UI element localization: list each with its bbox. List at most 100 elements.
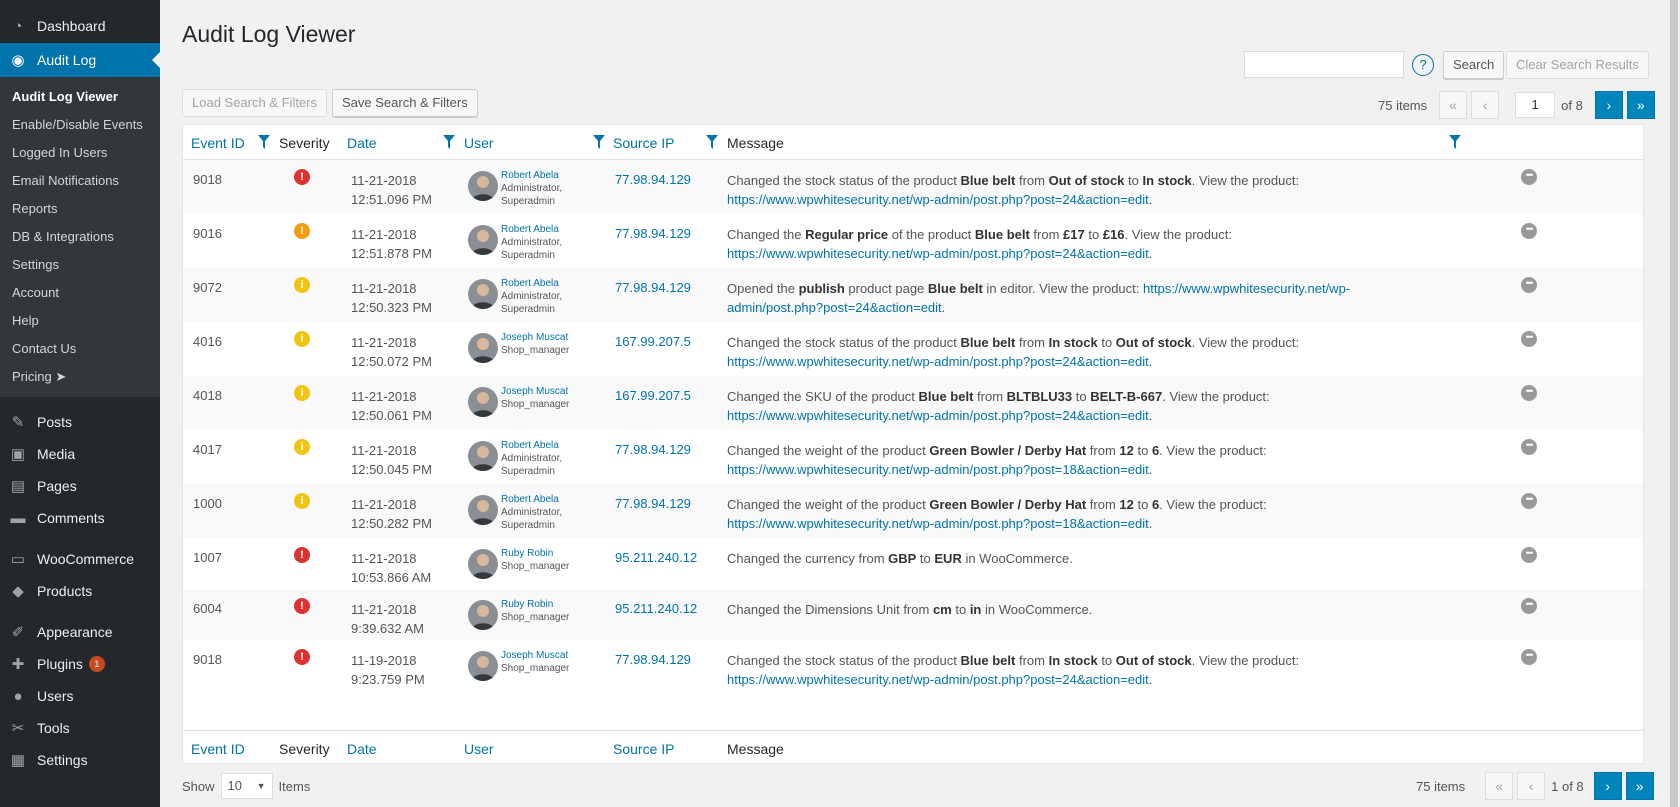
col-user[interactable]: User bbox=[464, 135, 494, 151]
menu-label: Appearance bbox=[37, 624, 113, 640]
more-details-icon[interactable]: ••• bbox=[1521, 439, 1537, 455]
product-link[interactable]: https://www.wpwhitesecurity.net/wp-admin… bbox=[727, 246, 1149, 261]
col-source-ip[interactable]: Source IP bbox=[613, 741, 674, 757]
menu-settings[interactable]: ▦ Settings bbox=[0, 744, 160, 776]
submenu-item[interactable]: Help bbox=[0, 307, 160, 335]
help-icon[interactable]: ? bbox=[1412, 54, 1434, 76]
filter-icon[interactable] bbox=[443, 135, 455, 149]
product-link[interactable]: https://www.wpwhitesecurity.net/wp-admin… bbox=[727, 354, 1149, 369]
more-details-icon[interactable]: ••• bbox=[1521, 331, 1537, 347]
severity-critical-icon: ! bbox=[294, 649, 310, 665]
menu-comments[interactable]: ▬ Comments bbox=[0, 502, 160, 534]
menu-dashboard[interactable]: ◔ Dashboard bbox=[0, 9, 160, 43]
menu-appearance[interactable]: ✐ Appearance bbox=[0, 616, 160, 648]
next-page-button[interactable]: › bbox=[1594, 91, 1623, 119]
submenu-item[interactable]: Email Notifications bbox=[0, 167, 160, 195]
first-page-button[interactable]: « bbox=[1439, 91, 1468, 119]
user-name-link[interactable]: Robert Abela bbox=[501, 169, 562, 182]
col-event-id[interactable]: Event ID bbox=[191, 135, 245, 151]
clear-search-button[interactable]: Clear Search Results bbox=[1506, 51, 1649, 79]
user-name-link[interactable]: Joseph Muscat bbox=[501, 385, 569, 398]
col-source-ip[interactable]: Source IP bbox=[613, 135, 674, 151]
more-details-icon[interactable]: ••• bbox=[1521, 385, 1537, 401]
submenu-item[interactable]: Enable/Disable Events bbox=[0, 111, 160, 139]
user-name-link[interactable]: Ruby Robin bbox=[501, 547, 569, 560]
user-name-link[interactable]: Ruby Robin bbox=[501, 598, 569, 611]
prev-page-button[interactable]: ‹ bbox=[1517, 772, 1546, 800]
source-ip-link[interactable]: 77.98.94.129 bbox=[615, 496, 691, 511]
user-role-secondary: Superadmin bbox=[501, 520, 555, 531]
user-name-link[interactable]: Robert Abela bbox=[501, 439, 562, 452]
more-details-icon[interactable]: ••• bbox=[1521, 277, 1537, 293]
search-button[interactable]: Search bbox=[1443, 51, 1505, 79]
col-user[interactable]: User bbox=[464, 741, 494, 757]
filter-icon[interactable] bbox=[1449, 135, 1461, 149]
product-link[interactable]: https://www.wpwhitesecurity.net/wp-admin… bbox=[727, 192, 1149, 207]
user-name-link[interactable]: Robert Abela bbox=[501, 223, 562, 236]
product-link[interactable]: https://www.wpwhitesecurity.net/wp-admin… bbox=[727, 516, 1149, 531]
more-details-icon[interactable]: ••• bbox=[1521, 547, 1537, 563]
product-link[interactable]: https://www.wpwhitesecurity.net/wp-admin… bbox=[727, 408, 1149, 423]
search-input[interactable] bbox=[1244, 51, 1404, 78]
user-name-link[interactable]: Joseph Muscat bbox=[501, 331, 569, 344]
source-ip-link[interactable]: 77.98.94.129 bbox=[615, 280, 691, 295]
scrollbar-thumb[interactable] bbox=[1670, 0, 1678, 807]
filter-icon[interactable] bbox=[593, 135, 605, 149]
submenu-item[interactable]: Pricing ➤ bbox=[0, 363, 160, 391]
filter-icon[interactable] bbox=[258, 135, 270, 149]
more-details-icon[interactable]: ••• bbox=[1521, 598, 1537, 614]
filter-icon[interactable] bbox=[706, 135, 718, 149]
user-name-link[interactable]: Robert Abela bbox=[501, 493, 562, 506]
menu-tools[interactable]: ✂ Tools bbox=[0, 712, 160, 744]
save-search-filters-button[interactable]: Save Search & Filters bbox=[332, 89, 478, 117]
source-ip-link[interactable]: 167.99.207.5 bbox=[615, 334, 691, 349]
submenu-item[interactable]: Audit Log Viewer bbox=[0, 83, 160, 111]
submenu-item[interactable]: Logged In Users bbox=[0, 139, 160, 167]
submenu-item[interactable]: Reports bbox=[0, 195, 160, 223]
per-page-select[interactable]: 10 ▼ bbox=[220, 773, 273, 799]
menu-plugins[interactable]: ✚ Plugins 1 bbox=[0, 648, 160, 680]
avatar bbox=[468, 387, 498, 417]
menu-pages[interactable]: ▤ Pages bbox=[0, 470, 160, 502]
menu-users[interactable]: ● Users bbox=[0, 680, 160, 712]
source-ip-link[interactable]: 77.98.94.129 bbox=[615, 652, 691, 667]
source-ip-link[interactable]: 77.98.94.129 bbox=[615, 172, 691, 187]
source-ip-link[interactable]: 77.98.94.129 bbox=[615, 442, 691, 457]
more-details-icon[interactable]: ••• bbox=[1521, 223, 1537, 239]
menu-woocommerce[interactable]: ▭ WooCommerce bbox=[0, 543, 160, 575]
source-ip-link[interactable]: 95.211.240.12 bbox=[615, 550, 697, 565]
current-page-input[interactable]: 1 bbox=[1515, 92, 1556, 118]
col-event-id[interactable]: Event ID bbox=[191, 741, 245, 757]
scrollbar[interactable] bbox=[1670, 0, 1678, 807]
next-page-button[interactable]: › bbox=[1593, 772, 1622, 800]
submenu-item[interactable]: Account bbox=[0, 279, 160, 307]
submenu-item[interactable]: Contact Us bbox=[0, 335, 160, 363]
highlighted-value: £16 bbox=[1102, 227, 1125, 242]
submenu-item[interactable]: Settings bbox=[0, 251, 160, 279]
menu-audit-log[interactable]: ◉ Audit Log bbox=[0, 43, 160, 77]
product-link[interactable]: https://www.wpwhitesecurity.net/wp-admin… bbox=[727, 672, 1149, 687]
source-ip-link[interactable]: 77.98.94.129 bbox=[615, 226, 691, 241]
more-details-icon[interactable]: ••• bbox=[1521, 649, 1537, 665]
submenu-item[interactable]: DB & Integrations bbox=[0, 223, 160, 251]
col-date[interactable]: Date bbox=[347, 741, 377, 757]
menu-media[interactable]: ▣ Media bbox=[0, 438, 160, 470]
load-search-filters-button[interactable]: Load Search & Filters bbox=[182, 89, 328, 117]
last-page-button[interactable]: » bbox=[1625, 772, 1654, 800]
prev-page-button[interactable]: ‹ bbox=[1471, 91, 1500, 119]
more-details-icon[interactable]: ••• bbox=[1521, 493, 1537, 509]
last-page-button[interactable]: » bbox=[1626, 91, 1655, 119]
event-message: Opened the publish product page Blue bel… bbox=[727, 281, 1351, 315]
col-date[interactable]: Date bbox=[347, 135, 377, 151]
menu-label: Pages bbox=[37, 478, 77, 494]
source-ip-link[interactable]: 95.211.240.12 bbox=[615, 601, 697, 616]
menu-products[interactable]: ◆ Products bbox=[0, 575, 160, 607]
more-details-icon[interactable]: ••• bbox=[1521, 169, 1537, 185]
user-name-link[interactable]: Joseph Muscat bbox=[501, 649, 569, 662]
source-ip-link[interactable]: 167.99.207.5 bbox=[615, 388, 691, 403]
user-info: Robert Abela Administrator, Superadmin bbox=[501, 439, 562, 478]
product-link[interactable]: https://www.wpwhitesecurity.net/wp-admin… bbox=[727, 462, 1149, 477]
first-page-button[interactable]: « bbox=[1485, 772, 1514, 800]
user-name-link[interactable]: Robert Abela bbox=[501, 277, 562, 290]
menu-posts[interactable]: ✎ Posts bbox=[0, 406, 160, 438]
